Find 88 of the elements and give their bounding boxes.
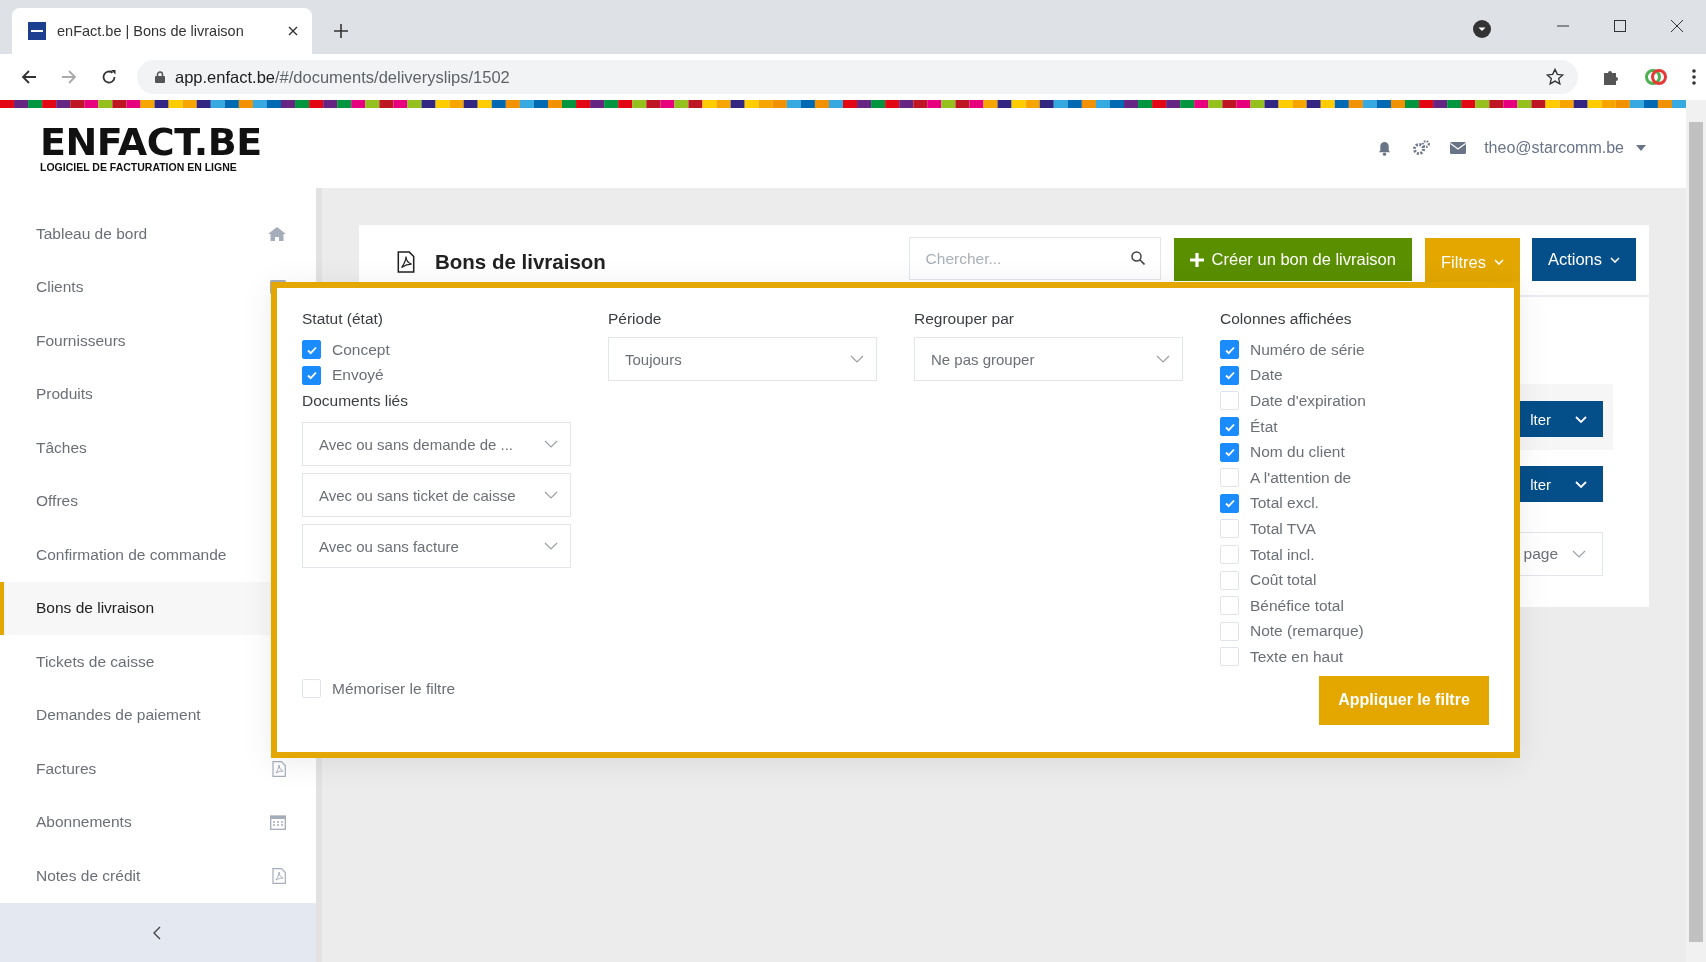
pdf-file-icon [272,867,286,884]
checkbox-label: Bénéfice total [1250,596,1344,615]
logo: ENFACT.BE [40,123,262,160]
address-bar[interactable]: app.enfact.be/#/documents/deliveryslips/1502 [137,60,1578,94]
chevron-down-icon [1575,480,1587,488]
chevron-down-icon [850,355,864,363]
checkbox-label: Envoyé [332,366,384,385]
forward-icon[interactable] [61,69,77,85]
check-icon [1223,497,1236,510]
close-icon[interactable] [1671,20,1683,32]
checkbox-label: Coût total [1250,571,1317,590]
create-button[interactable]: Créer un bon de livraison [1173,238,1412,281]
gears-icon[interactable] [1412,140,1431,156]
more-icon[interactable] [1692,69,1696,85]
browser-tab[interactable]: enFact.be | Bons de livraison [12,8,312,54]
checkbox-label: Date d'expiration [1250,392,1366,410]
favicon-icon [28,22,46,40]
sidebar-item[interactable]: Abonnements [0,795,316,849]
pdf-file-icon [272,760,286,777]
user-menu[interactable]: theo@starcomm.be [1484,139,1646,157]
new-tab-icon[interactable] [334,24,348,38]
checkbox[interactable] [302,340,321,360]
checkbox-label: Total incl. [1250,545,1315,564]
section-heading: Période [608,310,663,329]
checkbox[interactable] [1220,340,1239,360]
section-heading: Documents liés [302,392,409,412]
checkbox-label: Total TVA [1250,519,1316,538]
checkbox-label: État [1250,417,1278,436]
page-title: Bons de livraison [435,250,606,274]
star-icon[interactable] [1546,68,1564,86]
envelope-icon[interactable] [1450,142,1467,154]
section-heading: Regrouper par [914,310,1015,329]
chevron-down-icon [1156,355,1170,363]
chevron-left-icon [153,925,161,940]
maximize-icon[interactable] [1614,20,1626,32]
check-icon [1223,446,1236,459]
checkbox[interactable] [1220,365,1239,385]
rings-icon[interactable] [1644,67,1668,87]
pdf-file-icon [397,251,415,273]
section-heading: Statut (état) [302,310,384,329]
sidebar-item[interactable]: Notes de crédit [0,849,316,903]
dropdown[interactable]: Avec ou sans facture [302,524,571,569]
checkbox-label: Texte en haut [1250,647,1344,666]
dropdown[interactable]: Ne pas grouper [914,337,1183,381]
section-heading: Colonnes affichées [1220,310,1353,329]
dropdown[interactable]: Avec ou sans demande de ... [302,422,571,467]
chevron-down-icon [544,542,558,551]
checkbox-label: A l'attention de [1250,468,1352,487]
chevron-down-icon [1493,259,1504,265]
sidebar-item[interactable]: Tableau de bord [0,207,316,261]
checkbox-label: Total excl. [1250,494,1319,513]
actions-button[interactable]: Actions [1531,238,1636,281]
puzzle-icon[interactable] [1602,68,1620,86]
chevron-down-icon [1610,256,1620,263]
search-field[interactable]: Chercher... [908,237,1161,280]
checkbox[interactable] [1220,417,1239,437]
check-icon [305,369,318,382]
back-icon[interactable] [21,69,37,85]
chevron-down-icon [1575,415,1587,423]
scrollbar[interactable] [1686,100,1706,962]
checkbox-label: Date [1250,366,1283,385]
caret-icon [1636,145,1646,151]
bell-icon[interactable] [1377,140,1393,156]
chevron-down-icon [544,440,558,449]
chevron-down-icon [544,491,558,500]
search-icon [1130,251,1145,265]
logo-tagline: LOGICIEL DE FACTURATION EN LIGNE [40,160,238,173]
dropdown[interactable]: Avec ou sans ticket de caisse [302,473,571,518]
url-text: app.enfact.be/#/documents/deliveryslips/1502 [175,67,510,87]
checkbox-label: Concept [332,340,390,359]
dropdown[interactable]: Toujours [608,337,877,381]
checkbox[interactable] [1220,442,1239,462]
check-icon [1223,369,1236,382]
calendar-icon [270,814,286,831]
sidebar-item[interactable]: Factures [0,742,316,796]
checkbox-label: Numéro de série [1250,340,1365,359]
checkbox[interactable] [1220,493,1239,513]
home-icon [268,226,286,241]
checkbox-label: Mémoriser le filtre [332,679,456,698]
checkbox[interactable] [302,365,321,385]
close-icon[interactable] [288,26,298,36]
lock-icon [155,71,165,83]
chevron-down-icon [1572,550,1586,558]
checkbox-label: Note (remarque) [1250,622,1364,641]
reload-icon[interactable] [101,69,117,85]
tab-search-icon[interactable] [1473,20,1491,38]
checkbox-label: Nom du client [1250,443,1345,462]
plus-icon [1189,252,1204,267]
